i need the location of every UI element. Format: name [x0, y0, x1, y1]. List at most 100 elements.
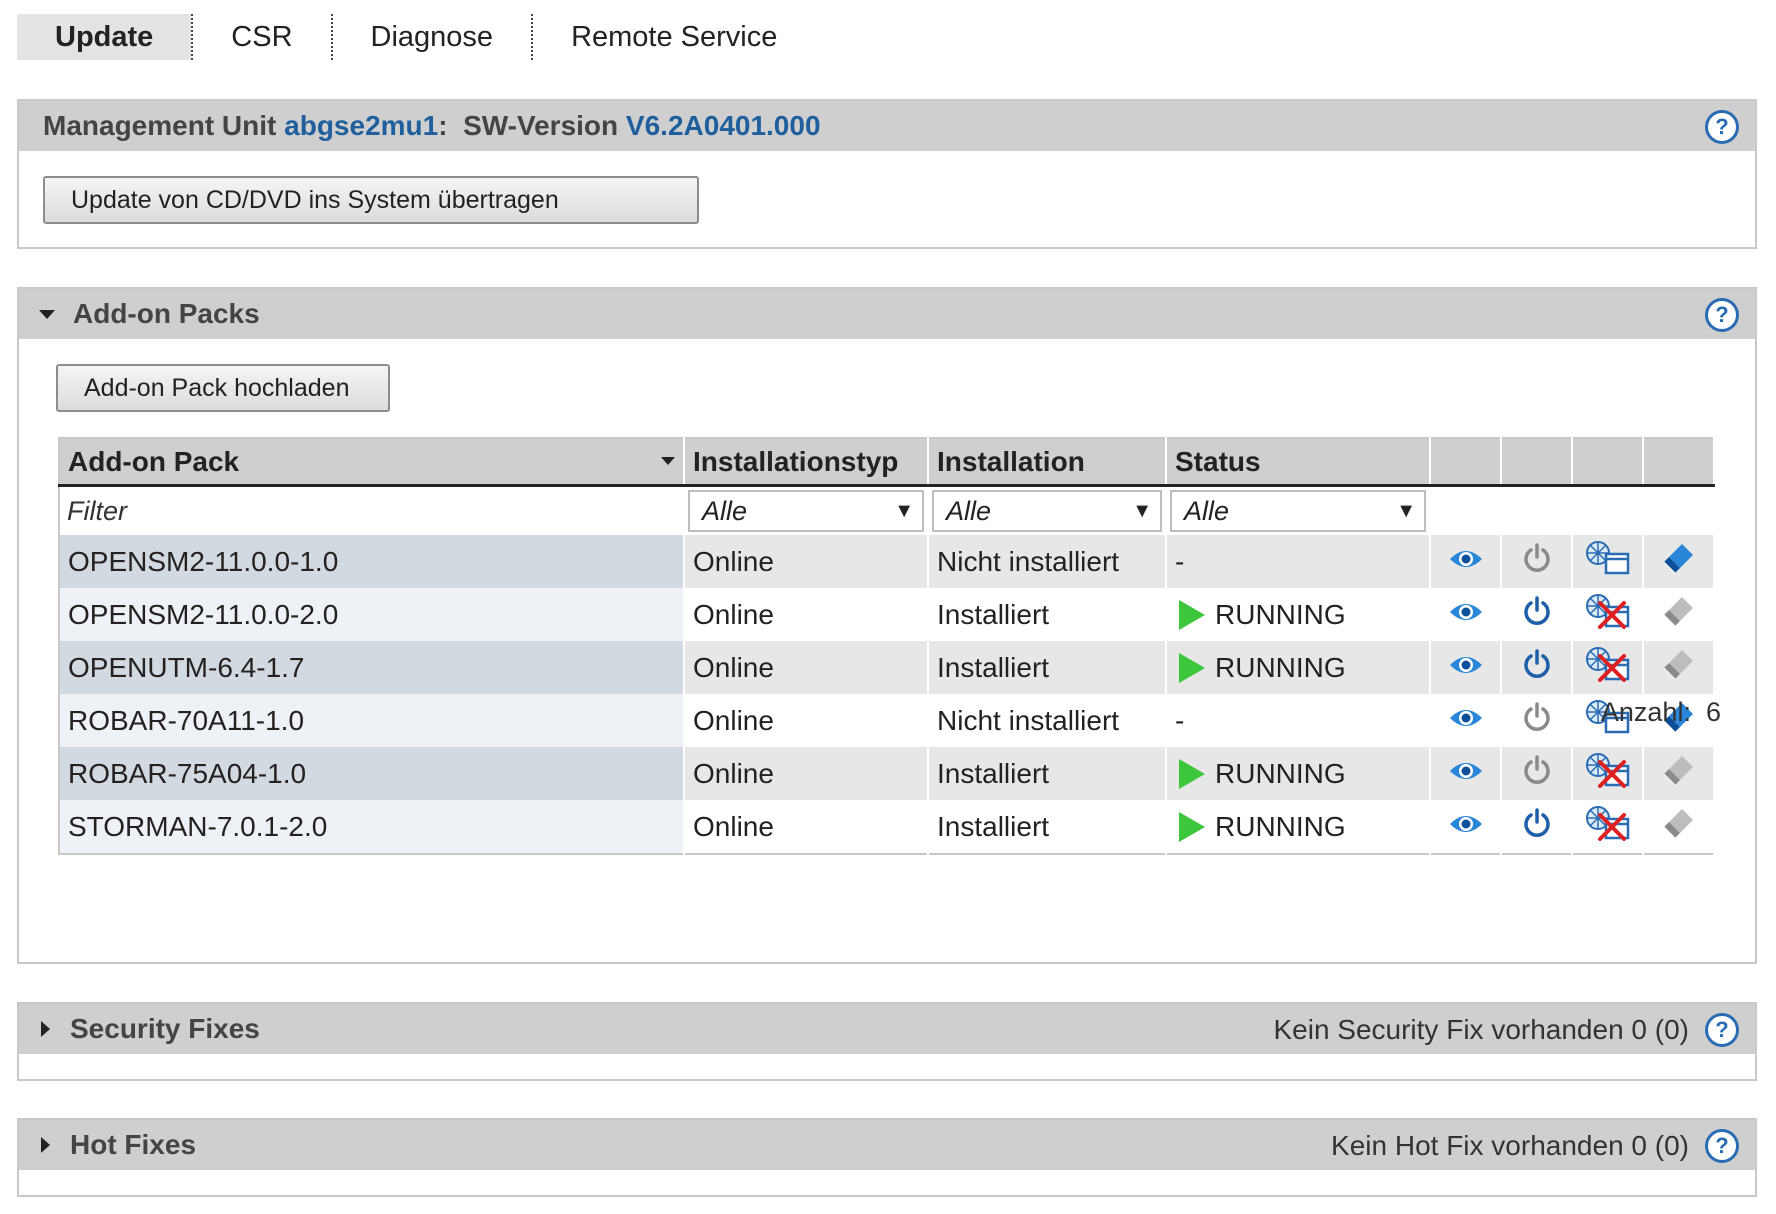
eye-icon[interactable]	[1448, 705, 1484, 737]
status-text: RUNNING	[1215, 651, 1346, 683]
addon-table: Add-on Pack Installationstyp Installatio…	[58, 437, 1715, 855]
cell-addon-name: OPENSM2-11.0.0-1.0	[59, 535, 685, 588]
tab-csr[interactable]: CSR	[193, 14, 330, 60]
dropdown-arrow-icon: ▼	[894, 499, 914, 522]
addon-packs-panel: Add-on Packs ? Add-on Pack hochladen Add…	[17, 287, 1757, 964]
cell-addon-name: OPENUTM-6.4-1.7	[59, 641, 685, 694]
management-unit-panel: Management Unit abgse2mu1: SW-Version V6…	[17, 99, 1757, 249]
uninstall-icon[interactable]	[1584, 752, 1632, 795]
help-icon[interactable]: ?	[1705, 1129, 1739, 1163]
mu-colon: :	[438, 110, 448, 141]
power-icon	[1522, 702, 1552, 739]
eraser-icon	[1662, 753, 1696, 794]
cell-addon-name: STORMAN-7.0.1-2.0	[59, 800, 685, 854]
cell-status: RUNNING	[1166, 800, 1431, 854]
table-row[interactable]: OPENSM2-11.0.0-1.0 Online Nicht installier…	[59, 535, 1715, 588]
sw-version-label: SW-Version	[463, 110, 619, 141]
filter-select-installation[interactable]: Alle ▼	[932, 490, 1162, 532]
status-text: -	[1175, 704, 1185, 736]
eye-icon[interactable]	[1448, 652, 1484, 684]
update-from-cd-button[interactable]: Update von CD/DVD ins System übertragen	[43, 176, 699, 224]
play-icon	[1179, 811, 1205, 842]
uninstall-icon[interactable]	[1584, 646, 1632, 689]
expand-arrow-icon[interactable]	[41, 1137, 50, 1153]
column-header-status[interactable]: Status	[1166, 438, 1431, 487]
table-row[interactable]: OPENSM2-11.0.0-2.0 Online Installiert RUNNI…	[59, 588, 1715, 641]
tab-diagnose[interactable]: Diagnose	[333, 14, 532, 60]
expand-arrow-icon[interactable]	[41, 1021, 50, 1037]
cell-installationstyp: Online	[684, 747, 929, 800]
hot-fixes-header[interactable]: Hot Fixes Kein Hot Fix vorhanden 0 (0) ?	[19, 1120, 1755, 1170]
status-text: RUNNING	[1215, 598, 1346, 630]
dropdown-arrow-icon: ▼	[1396, 499, 1416, 522]
help-icon[interactable]: ?	[1705, 110, 1739, 144]
column-header-view	[1430, 438, 1502, 487]
play-icon	[1179, 599, 1205, 630]
hot-fixes-title: Hot Fixes	[70, 1129, 197, 1160]
filter-input[interactable]: Filter	[63, 496, 680, 527]
status-text: -	[1175, 545, 1185, 577]
column-header-installationstyp[interactable]: Installationstyp	[684, 438, 929, 487]
help-icon[interactable]: ?	[1705, 1013, 1739, 1047]
mu-prefix: Management Unit	[43, 110, 277, 141]
column-header-edit	[1643, 438, 1715, 487]
table-row[interactable]: ROBAR-70A11-1.0 Online Nicht installiert -	[59, 694, 1715, 747]
security-fixes-info: Kein Security Fix vorhanden 0 (0)	[1273, 1014, 1689, 1045]
addon-packs-title: Add-on Packs	[73, 298, 260, 329]
play-icon	[1179, 758, 1205, 789]
table-row[interactable]: ROBAR-75A04-1.0 Online Installiert RUNNING	[59, 747, 1715, 800]
eraser-icon	[1662, 594, 1696, 635]
cell-status: -	[1166, 694, 1431, 747]
security-fixes-panel: Security Fixes Kein Security Fix vorhand…	[17, 1002, 1757, 1081]
collapse-arrow-icon[interactable]	[39, 309, 55, 319]
status-text: RUNNING	[1215, 810, 1346, 842]
filter-row: Filter Alle ▼ Alle ▼ Alle ▼	[59, 485, 1715, 535]
sort-arrow-icon[interactable]	[661, 457, 675, 465]
mu-unit-name: abgse2mu1	[284, 110, 439, 141]
cell-addon-name: ROBAR-75A04-1.0	[59, 747, 685, 800]
install-icon[interactable]	[1584, 540, 1632, 583]
column-header-installation[interactable]: Installation	[928, 438, 1167, 487]
cell-status: RUNNING	[1166, 641, 1431, 694]
table-header-row: Add-on Pack Installationstyp Installatio…	[59, 438, 1715, 487]
cell-installation: Nicht installiert	[928, 694, 1167, 747]
eye-icon[interactable]	[1448, 599, 1484, 631]
cell-installationstyp: Online	[684, 800, 929, 854]
cell-installation: Installiert	[928, 747, 1167, 800]
cell-status: RUNNING	[1166, 747, 1431, 800]
dropdown-arrow-icon: ▼	[1132, 499, 1152, 522]
eraser-icon[interactable]	[1662, 541, 1696, 582]
hot-fixes-panel: Hot Fixes Kein Hot Fix vorhanden 0 (0) ?	[17, 1118, 1757, 1197]
table-row[interactable]: STORMAN-7.0.1-2.0 Online Installiert RUNNIN…	[59, 800, 1715, 854]
upload-addon-button[interactable]: Add-on Pack hochladen	[56, 364, 390, 412]
tab-bar: Update CSR Diagnose Remote Service	[17, 14, 815, 60]
tab-update[interactable]: Update	[17, 14, 192, 60]
filter-select-status[interactable]: Alle ▼	[1170, 490, 1426, 532]
uninstall-icon[interactable]	[1584, 593, 1632, 636]
security-fixes-header[interactable]: Security Fixes Kein Security Fix vorhand…	[19, 1004, 1755, 1054]
filter-select-installationstyp[interactable]: Alle ▼	[688, 490, 924, 532]
sw-version-value: V6.2A0401.000	[625, 110, 821, 141]
power-icon[interactable]	[1522, 596, 1552, 633]
power-icon[interactable]	[1522, 649, 1552, 686]
security-fixes-title: Security Fixes	[70, 1013, 260, 1044]
power-icon	[1522, 755, 1552, 792]
column-header-power	[1501, 438, 1573, 487]
cell-installationstyp: Online	[684, 588, 929, 641]
cell-installationstyp: Online	[684, 535, 929, 588]
uninstall-icon[interactable]	[1584, 805, 1632, 848]
tab-remote-service[interactable]: Remote Service	[533, 14, 815, 60]
power-icon[interactable]	[1522, 808, 1552, 845]
help-icon[interactable]: ?	[1705, 298, 1739, 332]
eye-icon[interactable]	[1448, 811, 1484, 843]
power-icon	[1522, 543, 1552, 580]
eraser-icon	[1662, 806, 1696, 847]
cell-installationstyp: Online	[684, 694, 929, 747]
eye-icon[interactable]	[1448, 546, 1484, 578]
cell-installation: Installiert	[928, 641, 1167, 694]
eye-icon[interactable]	[1448, 758, 1484, 790]
table-row[interactable]: OPENUTM-6.4-1.7 Online Installiert RUNNING	[59, 641, 1715, 694]
column-header-addon-pack[interactable]: Add-on Pack	[59, 438, 685, 487]
addon-packs-header[interactable]: Add-on Packs ?	[19, 289, 1755, 339]
eraser-icon	[1662, 647, 1696, 688]
